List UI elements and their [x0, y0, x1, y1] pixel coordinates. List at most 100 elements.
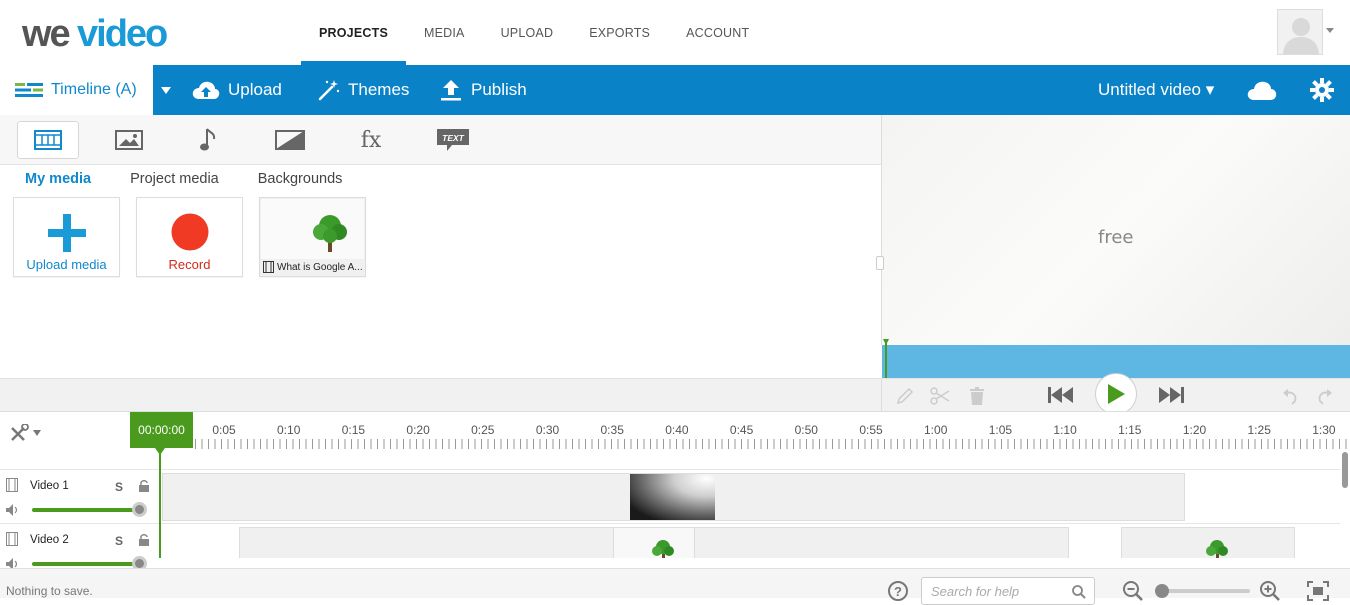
cloud-upload-icon	[192, 81, 220, 99]
panel-resize-handle[interactable]	[876, 256, 884, 270]
upload-button[interactable]: Upload	[192, 65, 282, 115]
ruler-tick-label: 1:15	[1118, 423, 1142, 437]
nav-projects[interactable]: PROJECTS	[301, 0, 406, 65]
record-icon	[171, 213, 209, 251]
tab-text[interactable]: TEXT	[422, 121, 484, 159]
split-scissors-icon[interactable]	[930, 387, 950, 405]
timeline-scrollbar[interactable]	[1342, 452, 1348, 488]
ruler-tick-label: 0:35	[600, 423, 624, 437]
redo-icon[interactable]	[1317, 387, 1333, 405]
account-menu-caret-icon[interactable]	[1326, 28, 1334, 33]
fit-to-screen-icon	[1307, 581, 1329, 601]
media-panel-footer	[0, 378, 881, 411]
delete-trash-icon[interactable]	[969, 387, 985, 405]
help-search-box[interactable]	[921, 577, 1095, 605]
video-preview[interactable]: free	[881, 115, 1350, 345]
zoom-slider-knob[interactable]	[1155, 584, 1169, 598]
ruler-tick-label: 0:15	[341, 423, 366, 437]
mode-dropdown-icon[interactable]	[153, 65, 179, 115]
tab-transitions[interactable]	[259, 121, 321, 159]
timeline-playhead[interactable]	[159, 448, 161, 558]
ruler-tick-label: 0:10	[277, 423, 301, 437]
undo-icon[interactable]	[1282, 387, 1298, 405]
volume-knob[interactable]	[132, 502, 147, 517]
tab-backgrounds[interactable]: Backgrounds	[258, 171, 343, 187]
zoom-slider[interactable]	[1155, 589, 1250, 593]
ruler-tick-label: 0:50	[794, 423, 818, 437]
record-tile[interactable]: Record	[136, 197, 243, 277]
ruler-tick-label: 0:45	[729, 423, 754, 437]
tools-caret-icon	[33, 430, 41, 436]
timeline-mode-label: Timeline (A)	[51, 81, 137, 98]
upload-label: Upload	[228, 80, 282, 99]
tab-my-media[interactable]: My media	[25, 171, 91, 187]
nav-upload[interactable]: UPLOAD	[483, 0, 572, 65]
timeline-tools-menu[interactable]	[10, 424, 41, 442]
skip-back-icon[interactable]	[1048, 386, 1074, 404]
avatar[interactable]	[1277, 9, 1323, 55]
volume-slider[interactable]	[32, 508, 138, 512]
nav-media[interactable]: MEDIA	[406, 0, 483, 65]
top-navigation: we video PROJECTS MEDIA UPLOAD EXPORTS A…	[0, 0, 1350, 65]
nav-exports[interactable]: EXPORTS	[571, 0, 668, 65]
ruler-tick-label: 0:40	[665, 423, 689, 437]
settings-gear-icon[interactable]	[1310, 78, 1334, 107]
playhead-marker-icon	[155, 448, 165, 455]
film-strip-icon	[34, 130, 62, 150]
ruler-tick-label: 0:25	[471, 423, 495, 437]
timeline-panel: 0:05 0:10 0:15 0:20 0:25 0:30 0:35 0:40 0:45 0:50…	[0, 411, 1350, 577]
zoom-in-icon	[1260, 581, 1280, 601]
themes-label: Themes	[348, 80, 410, 99]
text-bubble-icon: TEXT	[437, 129, 469, 151]
media-clip-thumbnail[interactable]: What is Google A...	[259, 197, 366, 277]
ruler-tick-label: 0:55	[859, 423, 883, 437]
tab-images[interactable]	[98, 121, 160, 159]
timeline-mode-tab[interactable]: Timeline (A)	[0, 65, 153, 115]
text-tab-label: TEXT	[442, 133, 465, 143]
play-button[interactable]	[1095, 373, 1137, 415]
music-note-icon	[200, 128, 216, 151]
track-name: Video 2	[30, 534, 69, 546]
project-title-dropdown[interactable]: Untitled video ▾	[1098, 65, 1214, 115]
help-search-input[interactable]	[931, 584, 1071, 599]
ruler-ticks	[195, 439, 1350, 449]
status-bar: Nothing to save. ?	[0, 568, 1350, 605]
lock-icon	[139, 534, 149, 546]
lock-icon	[139, 480, 149, 492]
tree-thumbnail-icon	[652, 540, 674, 558]
timeline-clip[interactable]	[1121, 527, 1295, 558]
themes-button[interactable]: Themes	[318, 65, 409, 115]
tab-video[interactable]	[17, 121, 79, 159]
upload-media-tile[interactable]: Upload media	[13, 197, 120, 277]
media-source-tabs: My media Project media Backgrounds	[25, 171, 381, 187]
track-video-1[interactable]	[160, 469, 1340, 523]
wevideo-logo[interactable]: we video	[22, 10, 184, 54]
solo-toggle[interactable]: S	[115, 534, 123, 548]
timeline-clip-gradient[interactable]	[630, 474, 715, 520]
solo-toggle[interactable]: S	[115, 480, 123, 494]
tab-fx[interactable]: fx	[340, 121, 402, 159]
edit-pencil-icon[interactable]	[896, 387, 914, 405]
publish-label: Publish	[471, 80, 527, 99]
skip-forward-icon[interactable]	[1158, 386, 1184, 404]
timeline-clip-tree[interactable]	[613, 527, 695, 558]
record-label: Record	[168, 257, 211, 272]
tree-image-icon	[313, 215, 347, 252]
current-time-display[interactable]: 00:00:00	[130, 412, 193, 448]
preview-playhead-marker-icon	[883, 339, 889, 345]
track-video-2[interactable]	[160, 523, 1340, 558]
ruler-tick-label: 1:25	[1247, 423, 1271, 437]
tools-icon	[11, 424, 29, 441]
cloud-save-icon[interactable]	[1247, 79, 1277, 106]
film-track-icon	[6, 478, 18, 492]
editor-toolbar: Timeline (A) Upload Themes Publish Untit…	[0, 65, 1350, 115]
nav-account[interactable]: ACCOUNT	[668, 0, 767, 65]
image-icon	[115, 130, 143, 150]
publish-button[interactable]: Publish	[439, 65, 527, 115]
main-nav: PROJECTS MEDIA UPLOAD EXPORTS ACCOUNT	[301, 0, 767, 65]
tab-music[interactable]	[178, 121, 240, 159]
volume-slider[interactable]	[32, 562, 138, 566]
tab-project-media[interactable]: Project media	[130, 171, 219, 187]
clip-caption-text: What is Google A...	[277, 261, 363, 273]
help-icon[interactable]: ?	[888, 581, 908, 601]
